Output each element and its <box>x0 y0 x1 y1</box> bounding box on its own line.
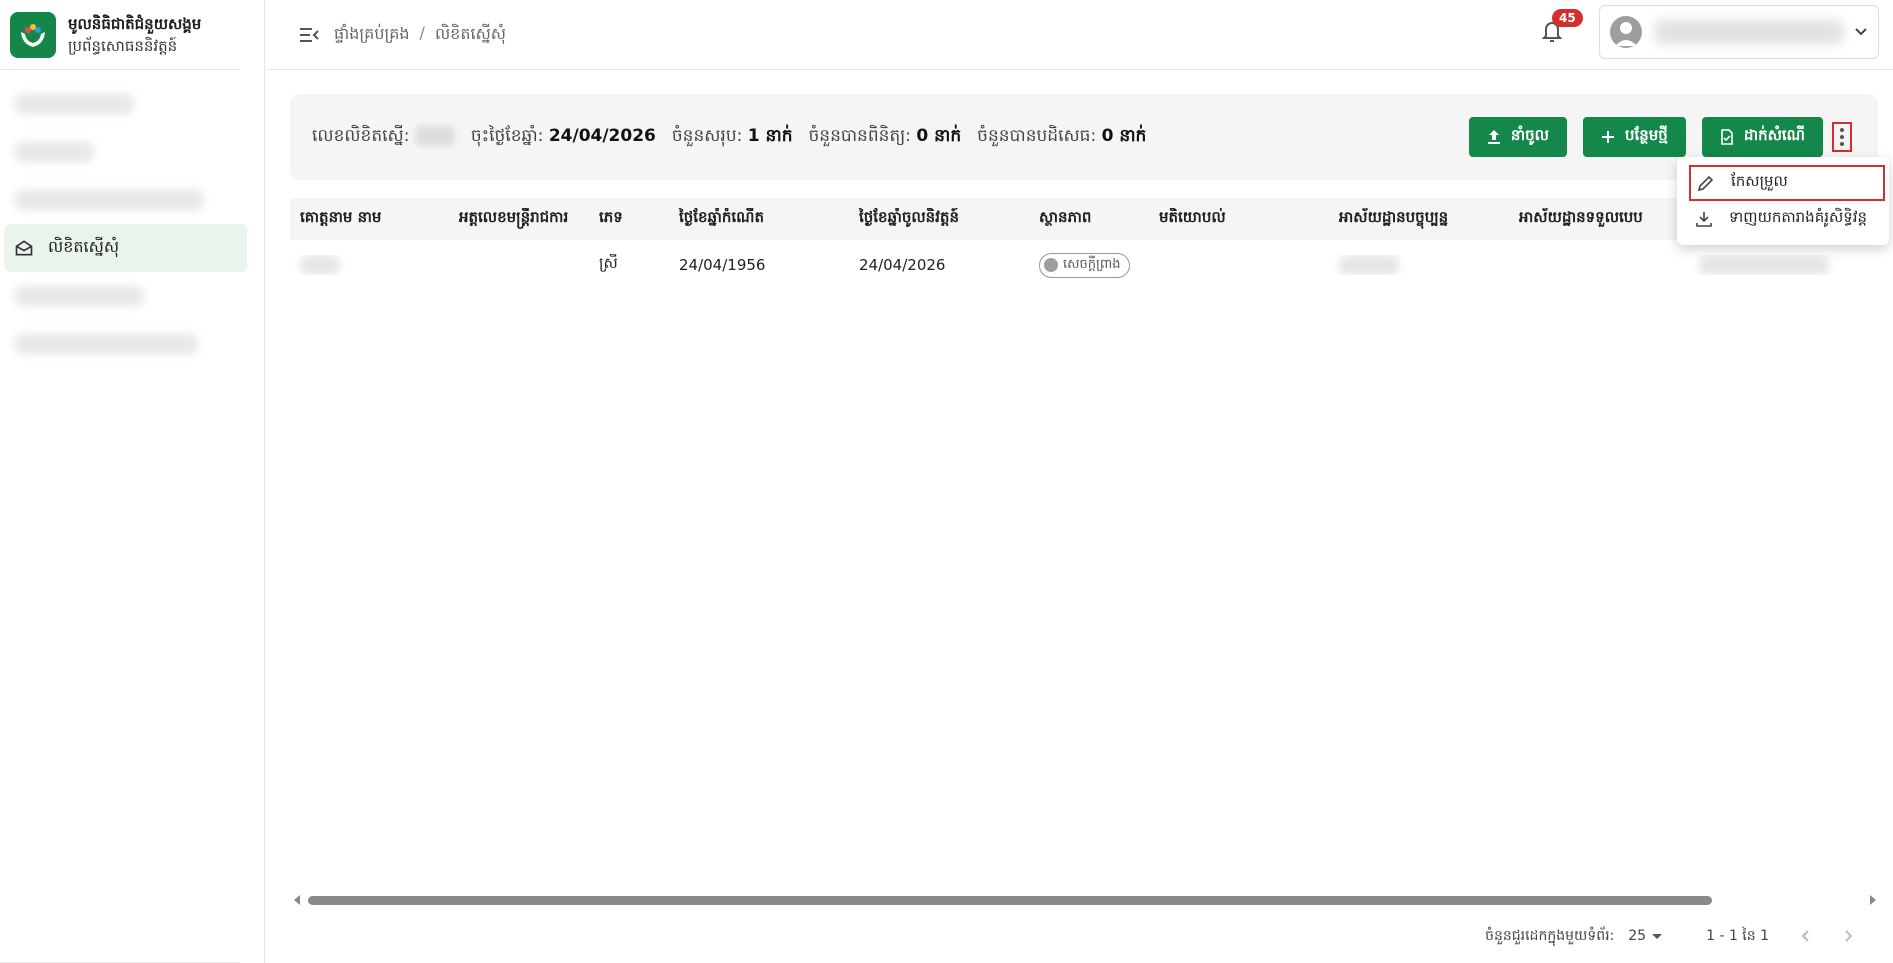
scroll-left-icon[interactable] <box>294 895 300 905</box>
breadcrumb-current: លិខិតស្នើសុំ <box>434 23 507 43</box>
sidebar-item-3[interactable] <box>4 176 247 224</box>
cell-current-address <box>1329 255 1509 275</box>
total-label: ចំនួនសរុប: <box>671 125 743 146</box>
scrollbar-thumb[interactable] <box>308 896 1712 905</box>
sidebar-item-label: លិខិតស្នើសុំ <box>48 237 120 256</box>
document-check-icon <box>1721 129 1733 145</box>
app-root: មូលនិធិជាតិជំនួយសង្គម ប្រព័ន្ធសោធននិវត្ត… <box>0 0 1893 963</box>
import-button-label: នាំចូល <box>1510 127 1549 144</box>
more-options-icon[interactable] <box>1832 122 1852 152</box>
menu-item-edit[interactable]: កែសម្រួល <box>1689 165 1885 201</box>
doc-number-value <box>414 125 455 146</box>
chevron-down-icon <box>1855 28 1867 36</box>
more-options-menu: កែសម្រួល ទាញយកតារាងគំរូសិទ្ធិវន្ត <box>1677 157 1889 245</box>
upload-icon <box>1487 130 1500 144</box>
user-name <box>1654 19 1844 45</box>
table-row[interactable]: ស្រី 24/04/1956 24/04/2026 សេចក្តីព្រាង <box>290 240 1878 290</box>
col-status[interactable]: ស្ថានភាព <box>1029 208 1149 230</box>
mail-open-icon <box>15 240 33 256</box>
doc-number-label: លេខលិខិតស្នើ: <box>312 125 410 146</box>
submit-button-label: ដាក់សំណើ <box>1743 127 1805 144</box>
menu-item-edit-label: កែសម្រួល <box>1731 172 1788 190</box>
avatar <box>1610 16 1642 48</box>
breadcrumb: ផ្ទាំងគ្រប់គ្រង / លិខិតស្នើសុំ <box>334 23 506 47</box>
action-buttons: នាំចូល បន្ថែមថ្មី ដាក់សំណើ <box>1468 117 1823 157</box>
menu-item-download-label: ទាញយកតារាងគំរូសិទ្ធិវន្ត <box>1729 208 1868 226</box>
cell-dob: 24/04/1956 <box>679 256 766 274</box>
notification-badge: 45 <box>1552 9 1583 27</box>
rows-per-page-select[interactable]: 25 <box>1628 928 1663 944</box>
pencil-icon <box>1697 175 1714 192</box>
col-civil-id[interactable]: អត្តលេខមន្ត្រីរាជការ <box>449 208 589 230</box>
download-icon <box>1696 212 1712 227</box>
user-menu[interactable] <box>1599 5 1879 59</box>
doc-date-value: 24/04/2026 <box>548 125 656 146</box>
summary-bar: លេខលិខិតស្នើ: ចុះថ្ងៃខែឆ្នាំ: 24/04/2026… <box>290 94 1878 180</box>
breadcrumb-home[interactable]: ផ្ទាំងគ្រប់គ្រង <box>334 23 410 47</box>
verified-label: ចំនួនបានពិនិត្យ: <box>808 125 912 146</box>
next-page-icon[interactable] <box>1835 922 1863 950</box>
sidebar-nav: លិខិតស្នើសុំ <box>0 70 264 368</box>
breadcrumb-separator: / <box>419 22 425 42</box>
cell-extra <box>1689 255 1839 275</box>
page-range: 1 - 1 នៃ 1 <box>1706 927 1769 944</box>
horizontal-scrollbar[interactable] <box>292 893 1878 907</box>
cell-status: សេចក្តីព្រាង <box>1029 252 1149 278</box>
logo-icon <box>10 11 56 58</box>
submit-button[interactable]: ដាក់សំណើ <box>1701 117 1823 157</box>
doc-number: លេខលិខិតស្នើ: <box>312 125 455 150</box>
scroll-right-icon[interactable] <box>1870 895 1876 905</box>
sidebar-item-1[interactable] <box>4 80 247 128</box>
rejected-value: 0 នាក់ <box>1101 125 1147 146</box>
menu-toggle-icon[interactable] <box>298 24 320 46</box>
import-button[interactable]: នាំចូល <box>1468 117 1567 157</box>
col-gender[interactable]: ភេទ <box>589 208 669 230</box>
total-value: 1 នាក់ <box>747 125 793 146</box>
sidebar-item-6[interactable] <box>4 320 247 368</box>
pagination: ចំនួនជួរដេកក្នុងមួយទំព័រ: 25 1 - 1 នៃ 1 <box>1485 922 1863 950</box>
plus-icon <box>1601 131 1614 143</box>
total-count: ចំនួនសរុប: 1 នាក់ <box>672 125 793 150</box>
caret-down-icon <box>1652 933 1663 939</box>
cell-gender: ស្រី <box>599 254 618 272</box>
prev-page-icon[interactable] <box>1791 922 1819 950</box>
add-button[interactable]: បន្ថែមថ្មី <box>1582 117 1686 157</box>
cell-retire-date: 24/04/2026 <box>859 256 946 274</box>
clock-icon <box>1044 258 1058 272</box>
table-header: គោត្តនាម នាម អត្តលេខមន្ត្រីរាជការ ភេទ ថ្… <box>290 198 1878 240</box>
brand[interactable]: មូលនិធិជាតិជំនួយសង្គម ប្រព័ន្ធសោធននិវត្ត… <box>0 0 240 70</box>
rejected-count: ចំនួនបានបដិសេធ: 0 នាក់ <box>977 125 1146 150</box>
sidebar-item-5[interactable] <box>4 272 247 320</box>
applicants-table: គោត្តនាម នាម អត្តលេខមន្ត្រីរាជការ ភេទ ថ្… <box>290 198 1878 290</box>
sidebar-item-2[interactable] <box>4 128 247 176</box>
brand-title: មូលនិធិជាតិជំនួយសង្គម <box>68 14 202 33</box>
col-comment[interactable]: មតិយោបល់ <box>1149 208 1329 230</box>
col-retire-date[interactable]: ថ្ងៃខែឆ្នាំចូលនិវត្តន៍ <box>849 208 1029 230</box>
doc-date-label: ចុះថ្ងៃខែឆ្នាំ: <box>470 125 544 146</box>
main-content: លេខលិខិតស្នើ: ចុះថ្ងៃខែឆ្នាំ: 24/04/2026… <box>290 94 1878 278</box>
col-current-address[interactable]: អាស័យដ្ឋានបច្ចុប្បន្ន <box>1329 208 1509 230</box>
rows-per-page-value: 25 <box>1628 928 1647 944</box>
status-badge: សេចក្តីព្រាង <box>1039 252 1130 278</box>
rejected-label: ចំនួនបានបដិសេធ: <box>977 125 1097 146</box>
doc-date: ចុះថ្ងៃខែឆ្នាំ: 24/04/2026 <box>471 125 656 150</box>
sidebar: មូលនិធិជាតិជំនួយសង្គម ប្រព័ន្ធសោធននិវត្ត… <box>0 0 265 963</box>
add-button-label: បន្ថែមថ្មី <box>1624 127 1668 144</box>
col-dob[interactable]: ថ្ងៃខែឆ្នាំកំណើត <box>669 208 849 230</box>
verified-value: 0 នាក់ <box>916 125 962 146</box>
status-badge-label: សេចក្តីព្រាង <box>1063 256 1121 272</box>
rows-per-page-label: ចំនួនជួរដេកក្នុងមួយទំព័រ: <box>1485 927 1615 944</box>
col-name[interactable]: គោត្តនាម នាម <box>290 208 449 230</box>
col-pension-address[interactable]: អាស័យដ្ឋានទទួលបេប <box>1509 208 1689 230</box>
cell-name <box>290 255 449 275</box>
brand-subtitle: ប្រព័ន្ធសោធននិវត្តន៍ <box>68 36 178 55</box>
sidebar-item-requests[interactable]: លិខិតស្នើសុំ <box>4 224 247 272</box>
menu-item-download-template[interactable]: ទាញយកតារាងគំរូសិទ្ធិវន្ត <box>1677 201 1889 237</box>
verified-count: ចំនួនបានពិនិត្យ: 0 នាក់ <box>809 125 962 150</box>
